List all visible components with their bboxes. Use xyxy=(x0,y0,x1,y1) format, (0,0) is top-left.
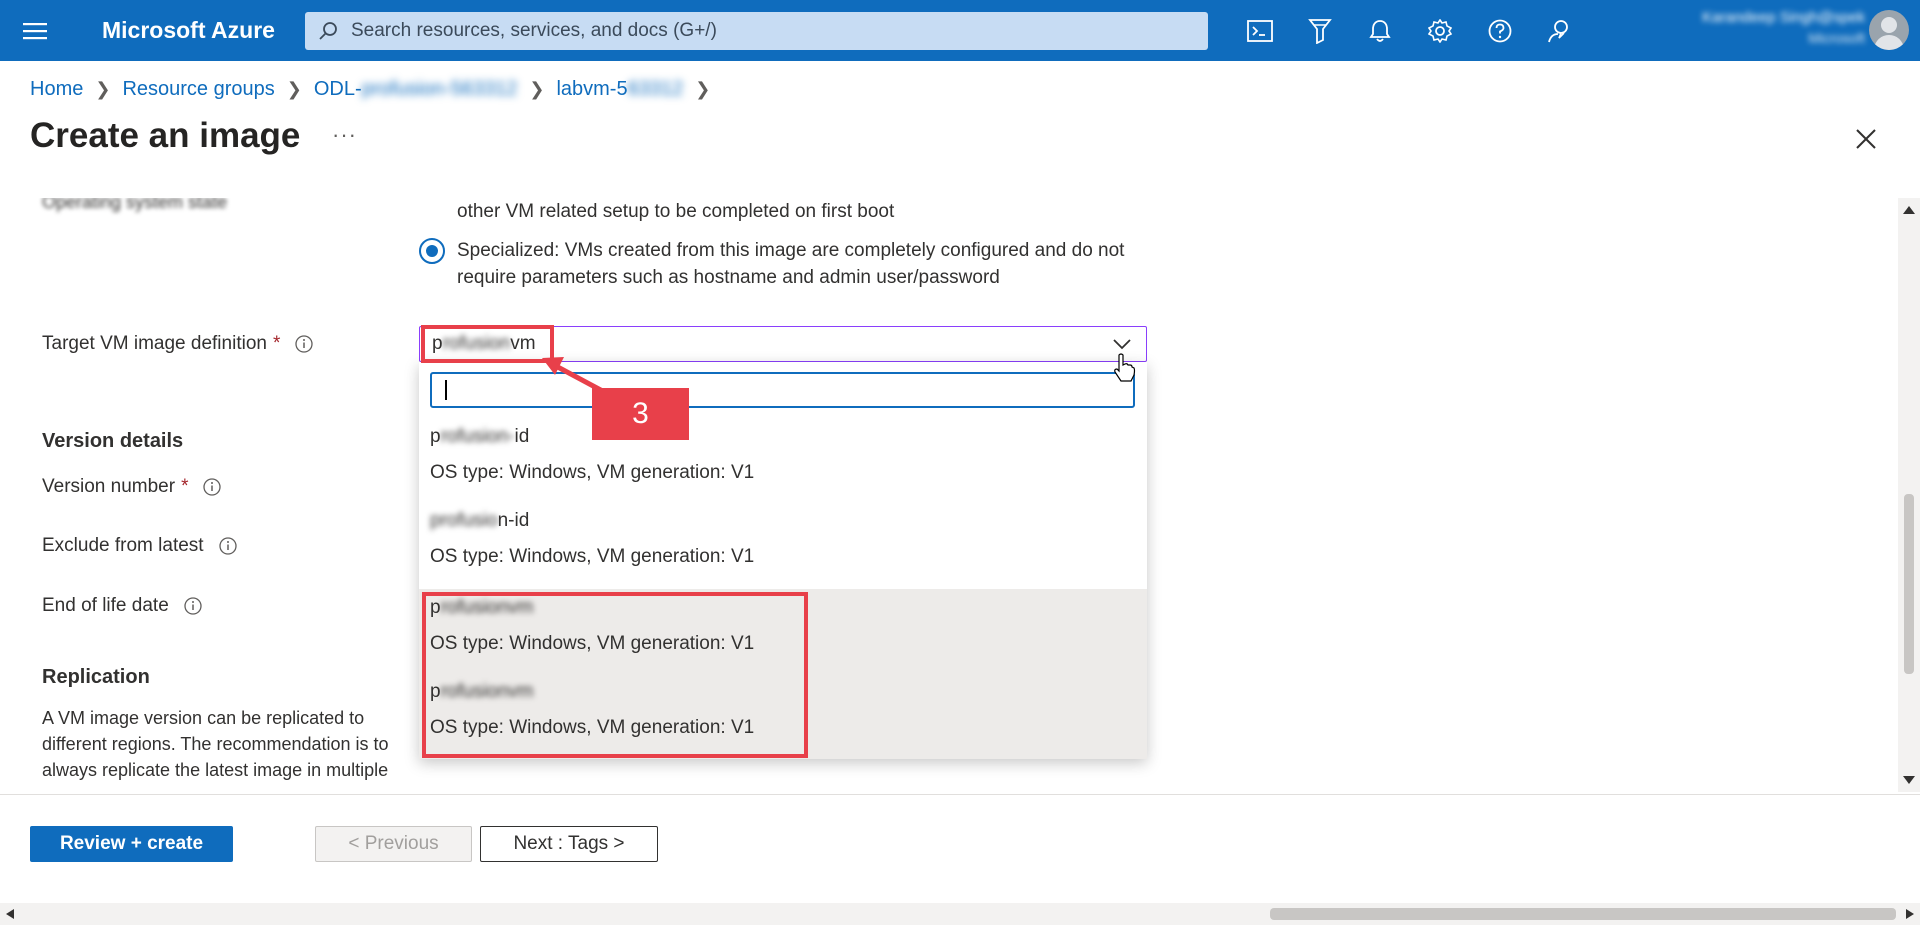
previous-button[interactable]: < Previous xyxy=(315,826,472,862)
footer-divider xyxy=(0,794,1920,795)
breadcrumb-resource-groups[interactable]: Resource groups xyxy=(122,78,274,101)
option-suffix: n-id xyxy=(497,510,530,531)
info-icon[interactable] xyxy=(183,596,203,616)
breadcrumb-home[interactable]: Home xyxy=(30,78,83,101)
settings-button[interactable] xyxy=(1410,0,1470,61)
text-caret xyxy=(445,380,447,400)
annotation-highlight-value xyxy=(421,325,554,363)
review-create-button[interactable]: Review + create xyxy=(30,826,233,862)
close-button[interactable] xyxy=(1852,125,1880,153)
user-avatar-icon xyxy=(1873,17,1905,50)
chevron-right-icon: ❯ xyxy=(95,78,111,99)
breadcrumb-rg-blurred: profusion-563312 xyxy=(361,77,518,100)
info-icon[interactable] xyxy=(202,477,222,497)
option-prefix: p xyxy=(430,426,441,447)
option-meta: OS type: Windows, VM generation: V1 xyxy=(430,462,755,483)
scroll-down-icon[interactable] xyxy=(1903,776,1915,784)
specialized-radio[interactable] xyxy=(419,238,445,264)
eol-label-text: End of life date xyxy=(42,595,169,616)
breadcrumb-vm[interactable]: labvm-5 63312 xyxy=(556,78,683,101)
notifications-icon xyxy=(1369,19,1391,42)
dropdown-option[interactable]: profusion-id OS type: Windows, VM genera… xyxy=(419,502,1147,586)
info-icon[interactable] xyxy=(218,536,238,556)
option-meta: OS type: Windows, VM generation: V1 xyxy=(430,546,755,567)
exclude-label-text: Exclude from latest xyxy=(42,535,204,556)
top-icon-bar xyxy=(1230,0,1590,61)
cloud-shell-button[interactable] xyxy=(1230,0,1290,61)
next-tags-button[interactable]: Next : Tags > xyxy=(480,826,658,862)
account-info[interactable]: Karandeep Singh@spek Microsoft xyxy=(1615,8,1865,54)
page-title: Create an image xyxy=(30,116,301,155)
scroll-left-icon[interactable] xyxy=(6,909,14,919)
version-number-label: Version number * xyxy=(42,476,222,498)
horizontal-scrollbar[interactable] xyxy=(0,903,1920,925)
dropdown-filter-input[interactable] xyxy=(430,372,1135,408)
end-of-life-label: End of life date xyxy=(42,595,203,617)
scroll-up-icon[interactable] xyxy=(1903,206,1915,214)
breadcrumb-rg-label: ODL- xyxy=(313,77,362,100)
chevron-right-icon: ❯ xyxy=(286,78,302,99)
info-icon[interactable] xyxy=(294,334,314,354)
annotation-step-badge: 3 xyxy=(592,388,689,440)
version-details-heading: Version details xyxy=(42,430,184,452)
horizontal-scroll-thumb[interactable] xyxy=(1270,908,1896,920)
directory-filter-button[interactable] xyxy=(1290,0,1350,61)
form-content: Operating system state other VM related … xyxy=(0,198,1898,792)
generalized-description-tail: other VM related setup to be completed o… xyxy=(457,201,895,222)
help-icon xyxy=(1488,19,1512,42)
version-number-label-text: Version number xyxy=(42,476,176,497)
option-blurred: profusio xyxy=(430,510,498,531)
required-mark: * xyxy=(181,476,189,497)
chevron-right-icon: ❯ xyxy=(695,78,711,99)
chevron-down-icon xyxy=(1113,339,1131,350)
scroll-right-icon[interactable] xyxy=(1906,909,1914,919)
hand-cursor-icon xyxy=(1114,353,1136,382)
chevron-right-icon: ❯ xyxy=(529,78,545,99)
search-icon xyxy=(319,22,337,40)
option-blurred: rofusion- xyxy=(440,426,515,447)
breadcrumb-resource-group[interactable]: ODL-profusion-563312 xyxy=(314,78,517,101)
more-options-button[interactable]: ··· xyxy=(332,122,357,148)
directory-filter-icon xyxy=(1308,18,1332,44)
hamburger-icon xyxy=(23,22,47,39)
breadcrumb-vm-label: labvm-5 xyxy=(556,77,628,100)
required-mark: * xyxy=(272,333,281,354)
annotation-highlight-options xyxy=(422,592,808,758)
dropdown-option[interactable]: profusion-id OS type: Windows, VM genera… xyxy=(419,418,1147,502)
replication-description: A VM image version can be replicated to … xyxy=(42,708,389,780)
feedback-button[interactable] xyxy=(1530,0,1590,61)
vertical-scrollbar[interactable] xyxy=(1898,198,1920,792)
target-vm-image-label-text: Target VM image definition xyxy=(42,333,267,354)
settings-icon xyxy=(1428,18,1452,43)
specialized-radio-label[interactable]: Specialized: VMs created from this image… xyxy=(457,237,1177,291)
close-icon xyxy=(1856,129,1876,149)
account-directory: Microsoft xyxy=(1808,30,1865,46)
help-button[interactable] xyxy=(1470,0,1530,61)
breadcrumb: Home ❯ Resource groups ❯ ODL-profusion-5… xyxy=(30,76,722,102)
target-vm-image-label: Target VM image definition * xyxy=(42,333,314,355)
notifications-button[interactable] xyxy=(1350,0,1410,61)
vertical-scroll-thumb[interactable] xyxy=(1904,494,1914,674)
feedback-icon xyxy=(1548,19,1568,42)
cloud-shell-icon xyxy=(1247,19,1273,42)
exclude-from-latest-label: Exclude from latest xyxy=(42,535,238,557)
option-name: profusion-id xyxy=(430,426,529,448)
replication-heading: Replication xyxy=(42,666,150,688)
os-state-label: Operating system state xyxy=(42,198,228,212)
search-placeholder: Search resources, services, and docs (G+… xyxy=(351,20,717,41)
breadcrumb-vm-blurred: 63312 xyxy=(627,77,684,100)
global-search-input[interactable]: Search resources, services, and docs (G+… xyxy=(305,12,1208,50)
hamburger-menu-button[interactable] xyxy=(0,0,70,61)
option-suffix: id xyxy=(514,426,530,447)
avatar[interactable] xyxy=(1869,10,1909,50)
option-name: profusion-id xyxy=(430,510,529,532)
account-name: Karandeep Singh@spek xyxy=(1702,9,1865,26)
brand-title[interactable]: Microsoft Azure xyxy=(102,17,305,44)
